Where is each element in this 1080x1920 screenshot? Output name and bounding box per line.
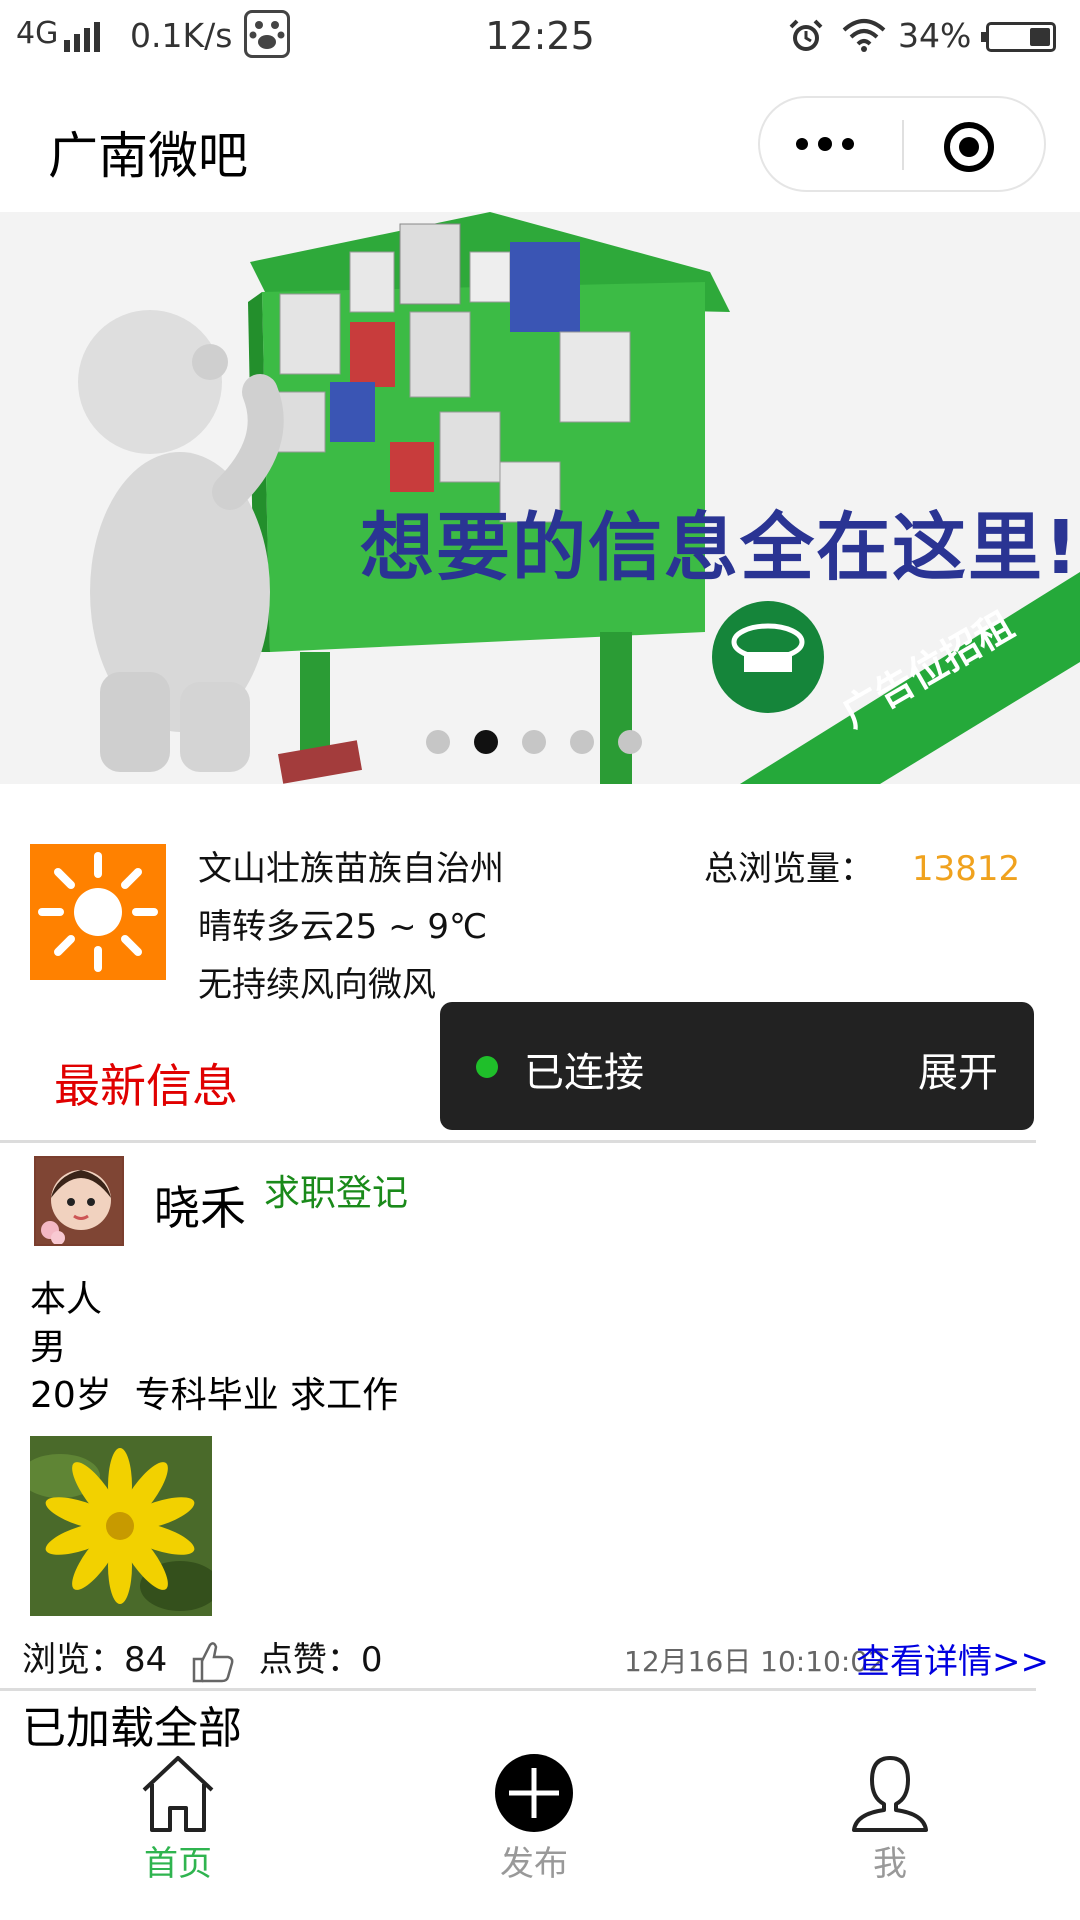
weather-panel: 文山壮族苗族自治州 晴转多云25 ~ 9℃ 无持续风向微风 总浏览量： 1381… (0, 784, 1080, 1005)
tab-bar: 首页 发布 我 (0, 1752, 1080, 1920)
expand-button[interactable]: 展开 (918, 1040, 998, 1098)
weather-info: 文山壮族苗族自治州 晴转多云25 ~ 9℃ 无持续风向微风 (198, 840, 504, 1014)
connection-toast: 已连接 展开 (440, 1002, 1034, 1130)
status-bar: 4G 0.1K/s 12:25 34% (0, 0, 1080, 80)
total-views-value: 13812 (912, 849, 1021, 889)
carousel-indicator (426, 730, 666, 760)
latest-info-title: 最新信息 (54, 1059, 238, 1113)
post-likes: 点赞：0 (258, 1640, 383, 1680)
more-dot-icon (796, 138, 808, 150)
tab-label: 发布 (500, 1844, 568, 1884)
carousel-dot[interactable] (474, 730, 498, 754)
user-icon (852, 1756, 928, 1832)
divider (0, 1688, 1036, 1691)
banner-carousel[interactable]: 想要的信息全在这里! 广告位招租 (0, 212, 1080, 784)
alarm-icon (789, 19, 823, 51)
carousel-dot[interactable] (522, 730, 546, 754)
post-stats: 浏览：84 点赞：0 (22, 1632, 383, 1685)
total-views-label: 总浏览量： (704, 849, 874, 889)
post-timestamp: 12月16日 10:10:02 (624, 1645, 886, 1678)
post-views: 浏览：84 (22, 1640, 168, 1680)
avatar[interactable] (34, 1156, 124, 1246)
carousel-dot[interactable] (618, 730, 642, 754)
post-author-name: 晓禾 (154, 1181, 246, 1235)
weather-location: 文山壮族苗族自治州 (198, 849, 504, 889)
tab-publish[interactable]: 发布 (434, 1752, 634, 1920)
post-line: 20岁 专科毕业 求工作 (30, 1375, 399, 1416)
page-title: 广南微吧 (48, 127, 248, 185)
post-line: 男 (30, 1327, 67, 1368)
divider (0, 1140, 1036, 1143)
carousel-dot[interactable] (570, 730, 594, 754)
more-dot-icon (842, 138, 854, 150)
view-detail-link[interactable]: 查看详情>> (856, 1634, 1049, 1683)
navigation-bar: 广南微吧 (0, 80, 1080, 212)
loaded-all-text: 已加载全部 (22, 1703, 242, 1754)
post-category-tag[interactable]: 求职登记 (264, 1164, 408, 1216)
post-line: 本人 (30, 1279, 103, 1320)
more-button[interactable] (760, 98, 903, 190)
post-image[interactable] (30, 1436, 212, 1616)
connected-status-icon (476, 1056, 498, 1078)
tab-home[interactable]: 首页 (78, 1752, 278, 1920)
capsule-divider (902, 120, 904, 170)
tab-me[interactable]: 我 (790, 1752, 990, 1920)
post-content: 本人 男 20岁 专科毕业 求工作 (30, 1276, 398, 1420)
battery-percent: 34% (898, 16, 972, 55)
carousel-dot[interactable] (426, 730, 450, 754)
battery-icon (981, 22, 1056, 52)
tab-label: 首页 (144, 1844, 212, 1884)
home-icon (142, 1756, 214, 1832)
more-dot-icon (818, 137, 832, 151)
miniprogram-capsule (758, 96, 1046, 192)
connection-status: 已连接 (524, 1050, 644, 1096)
close-miniprogram-button[interactable] (944, 122, 994, 172)
add-icon (495, 1754, 573, 1832)
battery-level (1030, 28, 1050, 46)
tab-label: 我 (873, 1844, 907, 1884)
banner-headline: 想要的信息全在这里! (360, 505, 1080, 591)
weather-condition: 晴转多云25 ~ 9℃ (198, 907, 488, 947)
sun-icon (30, 844, 166, 980)
thumbs-up-icon[interactable] (190, 1639, 236, 1685)
wifi-icon (842, 19, 886, 52)
